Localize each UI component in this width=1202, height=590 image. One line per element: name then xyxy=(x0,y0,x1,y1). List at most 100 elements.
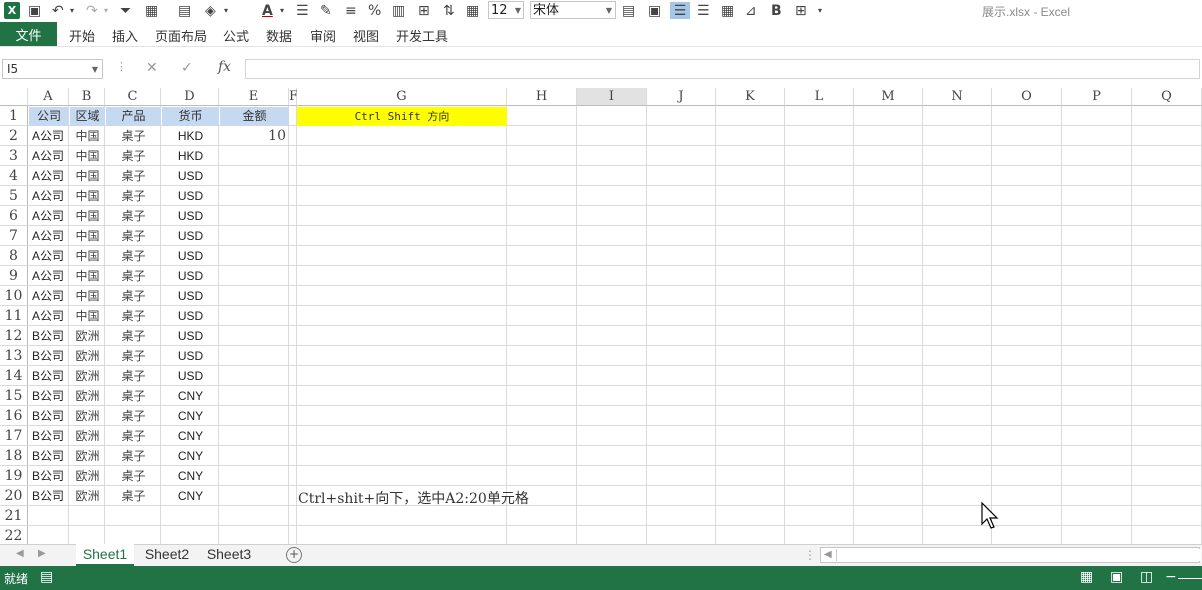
column-header-k[interactable]: K xyxy=(716,88,785,106)
cell-product[interactable]: 桌子 xyxy=(106,207,161,226)
cell-region[interactable]: 欧洲 xyxy=(70,367,105,386)
format-painter-icon[interactable]: ✎ xyxy=(320,2,332,19)
column-header-i[interactable]: I xyxy=(577,88,647,106)
cell-currency[interactable]: USD xyxy=(162,287,219,306)
cell-region[interactable]: 欧洲 xyxy=(70,447,105,466)
cell-product[interactable]: 桌子 xyxy=(106,267,161,286)
cell-region[interactable]: 中国 xyxy=(70,207,105,226)
row-header-5[interactable]: 5 xyxy=(0,186,28,206)
cell-product[interactable]: 桌子 xyxy=(106,147,161,166)
percent-icon[interactable]: % xyxy=(368,2,381,19)
cell-region[interactable]: 欧洲 xyxy=(70,407,105,426)
cell-company[interactable]: A公司 xyxy=(29,207,69,226)
bold-icon[interactable]: B xyxy=(771,2,782,19)
row-header-2[interactable]: 2 xyxy=(0,126,28,146)
cell-company[interactable]: A公司 xyxy=(29,267,69,286)
customize-qat-icon[interactable]: ▾ xyxy=(818,2,822,19)
cell-currency[interactable]: CNY xyxy=(162,487,219,506)
cell-product[interactable]: 桌子 xyxy=(106,487,161,506)
cell-currency[interactable]: CNY xyxy=(162,387,219,406)
cell-product[interactable]: 桌子 xyxy=(106,187,161,206)
cell-product[interactable]: 桌子 xyxy=(106,247,161,266)
cell-company[interactable]: A公司 xyxy=(29,167,69,186)
cell-region[interactable]: 欧洲 xyxy=(70,487,105,506)
font-size-select[interactable]: 12 ▼ xyxy=(488,1,524,19)
cell-e2[interactable]: 10 xyxy=(220,127,286,146)
row-header-1[interactable]: 1 xyxy=(0,106,28,126)
cell-currency[interactable]: USD xyxy=(162,347,219,366)
row-header-6[interactable]: 6 xyxy=(0,206,28,226)
align-center-icon[interactable]: ☰ xyxy=(670,2,690,19)
cell-company[interactable]: B公司 xyxy=(29,467,69,486)
cell-company[interactable]: A公司 xyxy=(29,247,69,266)
cell-product[interactable]: 桌子 xyxy=(106,167,161,186)
column-header-d[interactable]: D xyxy=(161,88,219,106)
cell-company[interactable]: A公司 xyxy=(29,227,69,246)
cell-currency[interactable]: CNY xyxy=(162,427,219,446)
row-header-22[interactable]: 22 xyxy=(0,526,28,544)
column-header-a[interactable]: A xyxy=(28,88,69,106)
cell-product[interactable]: 桌子 xyxy=(106,467,161,486)
sheet-tab-2[interactable]: Sheet2 xyxy=(138,544,196,566)
column-header-g[interactable]: G xyxy=(297,88,507,106)
column-header-o[interactable]: O xyxy=(992,88,1062,106)
tab-data[interactable]: 数据 xyxy=(266,26,292,45)
redo-icon[interactable]: ↷ xyxy=(86,2,98,19)
row-header-17[interactable]: 17 xyxy=(0,426,28,446)
row-header-3[interactable]: 3 xyxy=(0,146,28,166)
cell-region[interactable]: 中国 xyxy=(70,287,105,306)
cell-g1-highlight[interactable]: Ctrl Shift 方向 xyxy=(297,107,507,126)
cell-company[interactable]: B公司 xyxy=(29,487,69,506)
row-header-11[interactable]: 11 xyxy=(0,306,28,326)
row-header-18[interactable]: 18 xyxy=(0,446,28,466)
page-layout-view-icon[interactable]: ▣ xyxy=(1110,569,1123,585)
select-all-corner[interactable] xyxy=(0,88,28,106)
row-header-14[interactable]: 14 xyxy=(0,366,28,386)
cell-product[interactable]: 桌子 xyxy=(106,287,161,306)
cell-region[interactable]: 中国 xyxy=(70,127,105,146)
worksheet-grid[interactable]: A B C D E F G H I J K L M N O P Q 123456… xyxy=(0,88,1202,544)
cell-region[interactable]: 欧洲 xyxy=(70,467,105,486)
cell-company[interactable]: B公司 xyxy=(29,427,69,446)
cell-a1-header[interactable]: 公司 xyxy=(29,107,69,126)
cell-b1-header[interactable]: 区域 xyxy=(70,107,105,126)
cell-region[interactable]: 中国 xyxy=(70,227,105,246)
scroll-left-icon[interactable]: ◀ xyxy=(16,548,24,559)
tab-page-layout[interactable]: 页面布局 xyxy=(155,26,207,45)
cell-currency[interactable]: USD xyxy=(162,227,219,246)
cell-company[interactable]: B公司 xyxy=(29,387,69,406)
cell-currency[interactable]: USD xyxy=(162,167,219,186)
tab-home[interactable]: 开始 xyxy=(69,26,95,45)
tab-review[interactable]: 审阅 xyxy=(310,26,336,45)
cell-currency[interactable]: USD xyxy=(162,247,219,266)
row-header-19[interactable]: 19 xyxy=(0,466,28,486)
merge-icon[interactable]: ⊞ xyxy=(418,2,430,19)
scroll-right-icon[interactable]: ▶ xyxy=(38,548,46,559)
insert-function-button[interactable]: fx xyxy=(218,59,231,75)
tab-splitter-icon[interactable]: ⋮ xyxy=(804,548,816,562)
save-icon[interactable]: ▣ xyxy=(28,2,41,19)
column-header-m[interactable]: M xyxy=(854,88,923,106)
normal-view-icon[interactable]: ▦ xyxy=(1080,569,1093,585)
number-format-icon[interactable]: ▦ xyxy=(145,2,158,19)
align-left-icon[interactable]: ☰ xyxy=(296,2,309,19)
row-header-16[interactable]: 16 xyxy=(0,406,28,426)
cell-product[interactable]: 桌子 xyxy=(106,307,161,326)
cell-product[interactable]: 桌子 xyxy=(106,447,161,466)
tab-view[interactable]: 视图 xyxy=(353,26,379,45)
more-options-icon[interactable]: ⋮ xyxy=(116,60,127,73)
column-header-l[interactable]: L xyxy=(785,88,854,106)
cell-region[interactable]: 中国 xyxy=(70,267,105,286)
add-sheet-icon[interactable]: + xyxy=(286,547,302,563)
row-header-9[interactable]: 9 xyxy=(0,266,28,286)
undo-dropdown-icon[interactable]: ▾ xyxy=(70,2,74,19)
table-icon[interactable]: ▦ xyxy=(466,2,479,19)
cell-product[interactable]: 桌子 xyxy=(106,427,161,446)
cell-product[interactable]: 桌子 xyxy=(106,367,161,386)
row-header-10[interactable]: 10 xyxy=(0,286,28,306)
cell-currency[interactable]: CNY xyxy=(162,467,219,486)
cell-company[interactable]: A公司 xyxy=(29,127,69,146)
cell-currency[interactable]: USD xyxy=(162,207,219,226)
formula-input[interactable] xyxy=(245,59,1200,79)
cell-currency[interactable]: CNY xyxy=(162,407,219,426)
